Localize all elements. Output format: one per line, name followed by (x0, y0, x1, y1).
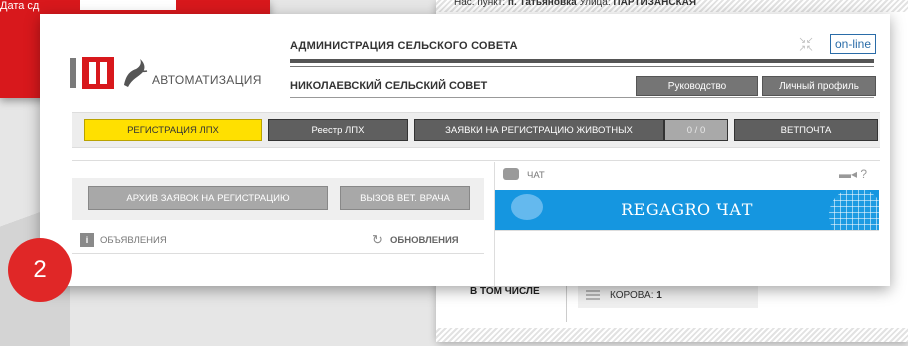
panel-divider (72, 160, 880, 161)
globe-icon (829, 190, 879, 230)
bull-icon (124, 59, 148, 87)
leadership-button[interactable]: Руководство (636, 76, 758, 96)
info-icon: i (80, 233, 94, 247)
logo-text: АВТОМАТИЗАЦИЯ (152, 73, 262, 87)
cow-label: КОРОВА: 1 (610, 289, 662, 301)
chat-banner-title: REGAGRO ЧАТ (621, 200, 753, 219)
announcements-tab[interactable]: ОБЪЯВЛЕНИЯ (100, 235, 167, 246)
council-title: НИКОЛАЕВСКИЙ СЕЛЬСКИЙ СОВЕТ (290, 80, 488, 92)
address-street-label: Улица: (579, 0, 611, 8)
chat-header: ЧАТ ▬◂ ? (495, 162, 879, 188)
header-divider (290, 59, 874, 63)
admin-title: АДМИНИСТРАЦИЯ СЕЛЬСКОГО СОВЕТА (290, 40, 518, 52)
logo-bar (70, 58, 76, 88)
background-address-line: Нас. пункт: п. Татьяновка Улица: ПАРТИЗА… (454, 0, 696, 8)
address-prefix: Нас. пункт: (454, 0, 506, 8)
requests-counter: 0 / 0 (664, 119, 728, 141)
profile-button[interactable]: Личный профиль (762, 76, 876, 96)
chat-panel: ЧАТ ▬◂ ? REGAGRO ЧАТ (494, 162, 879, 286)
background-date-input (80, 0, 176, 10)
nav-registration-tab[interactable]: РЕГИСТРАЦИЯ ЛПХ (84, 119, 262, 141)
step-number-badge: 2 (8, 238, 72, 302)
address-village: п. Татьяновка (507, 0, 577, 8)
announcements-bar: i ОБЪЯВЛЕНИЯ ↻ ОБНОВЛЕНИЯ (72, 228, 484, 254)
background-date-label: Дата сд (0, 0, 40, 12)
actions-strip: АРХИВ ЗАЯВОК НА РЕГИСТРАЦИЮ ВЫЗОВ ВЕТ. В… (72, 178, 484, 220)
list-icon (586, 290, 600, 300)
help-icon[interactable]: ? (860, 167, 867, 181)
refresh-icon[interactable]: ↻ (372, 232, 383, 248)
chat-bubble-icon (503, 168, 519, 180)
expand-icon[interactable]: ↘↙ ↗↖ (797, 37, 815, 55)
chat-label: ЧАТ (527, 170, 545, 181)
header-divider-thin (290, 66, 874, 67)
logo-mark (82, 57, 114, 89)
nav-animal-requests-tab[interactable]: ЗАЯВКИ НА РЕГИСТРАЦИЮ ЖИВОТНЫХ (414, 119, 664, 141)
call-vet-button[interactable]: ВЫЗОВ ВЕТ. ВРАЧА (340, 186, 470, 210)
including-label: В ТОМ ЧИСЛЕ (470, 286, 540, 297)
chat-banner[interactable]: REGAGRO ЧАТ (495, 190, 879, 230)
zoomed-dashboard-card: АВТОМАТИЗАЦИЯ АДМИНИСТРАЦИЯ СЕЛЬСКОГО СО… (40, 14, 890, 286)
nav-registry-tab[interactable]: Реестр ЛПХ (268, 119, 408, 141)
archive-requests-button[interactable]: АРХИВ ЗАЯВОК НА РЕГИСТРАЦИЮ (88, 186, 328, 210)
address-street: ПАРТИЗАНСКАЯ (613, 0, 697, 8)
nav-vetmail-tab[interactable]: ВЕТПОЧТА (734, 119, 878, 141)
app-logo[interactable]: АВТОМАТИЗАЦИЯ (70, 52, 262, 94)
background-hatch-bottom (436, 328, 908, 342)
online-status-badge[interactable]: on-line (830, 34, 876, 54)
updates-tab[interactable]: ОБНОВЛЕНИЯ (390, 235, 459, 246)
video-icon[interactable]: ▬◂ (839, 167, 857, 181)
header-divider-bottom (290, 97, 874, 98)
left-panel: АРХИВ ЗАЯВОК НА РЕГИСТРАЦИЮ ВЫЗОВ ВЕТ. В… (72, 162, 484, 286)
chat-tools[interactable]: ▬◂ ? (839, 167, 867, 181)
main-nav: РЕГИСТРАЦИЯ ЛПХ Реестр ЛПХ ЗАЯВКИ НА РЕГ… (72, 112, 880, 148)
chat-messages[interactable] (495, 230, 879, 286)
